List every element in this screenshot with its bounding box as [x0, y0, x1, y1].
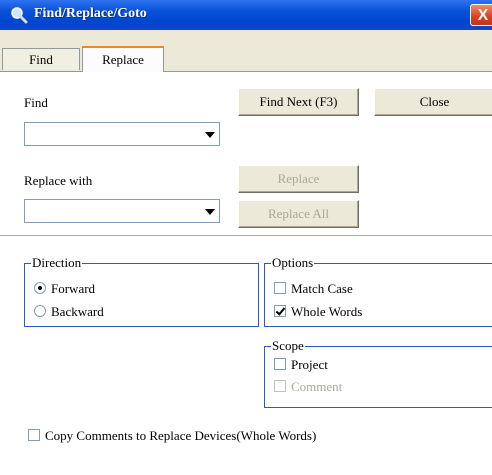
find-next-button[interactable]: Find Next (F3) [238, 88, 359, 116]
scope-group: Scope Project Comment [264, 338, 492, 408]
direction-group: Direction Forward Backward [24, 255, 259, 327]
project-checkbox[interactable]: Project [274, 356, 474, 374]
find-label: Find [24, 95, 48, 110]
replace-button[interactable]: Replace [238, 165, 359, 193]
tab-find[interactable]: Find [2, 48, 80, 70]
chevron-down-icon[interactable] [205, 209, 215, 215]
replace-panel: Find Replace with Find Next (F3) Close R… [0, 71, 492, 475]
whole-words-label: Whole Words [291, 304, 363, 319]
checkbox-unchecked-icon[interactable] [28, 429, 40, 441]
window-title: Find/Replace/Goto [34, 6, 147, 21]
checkbox-checked-icon[interactable] [274, 305, 286, 317]
direction-backward-radio[interactable]: Backward [34, 303, 234, 321]
direction-forward-radio[interactable]: Forward [34, 280, 234, 298]
options-legend: Options [271, 255, 315, 271]
tab-replace[interactable]: Replace [82, 46, 164, 72]
checkbox-unchecked-icon[interactable] [274, 358, 286, 370]
scope-legend: Scope [271, 338, 305, 354]
replace-all-button[interactable]: Replace All [238, 200, 359, 228]
backward-label: Backward [51, 304, 104, 319]
find-replace-dialog: Find/Replace/Goto X Find Replace Find Re… [0, 0, 492, 475]
divider [0, 235, 492, 239]
checkbox-unchecked-icon[interactable] [274, 282, 286, 294]
direction-legend: Direction [31, 255, 83, 271]
copy-comments-checkbox[interactable]: Copy Comments to Replace Devices(Whole W… [28, 427, 468, 445]
match-case-label: Match Case [291, 281, 353, 296]
chevron-down-icon[interactable] [205, 132, 215, 138]
window-close-button[interactable]: X [470, 4, 492, 26]
replace-with-combobox[interactable] [24, 199, 220, 223]
magnifier-icon [11, 7, 28, 24]
project-label: Project [291, 357, 328, 372]
find-combobox[interactable] [24, 122, 220, 146]
comment-label: Comment [291, 379, 343, 394]
match-case-checkbox[interactable]: Match Case [274, 280, 474, 298]
title-bar[interactable]: Find/Replace/Goto X [0, 0, 492, 31]
comment-checkbox[interactable]: Comment [274, 378, 474, 396]
options-group: Options Match Case Whole Words [264, 255, 492, 327]
replace-with-label: Replace with [24, 173, 93, 188]
forward-label: Forward [51, 281, 96, 296]
whole-words-checkbox[interactable]: Whole Words [274, 303, 474, 321]
radio-unselected-icon[interactable] [34, 305, 46, 317]
radio-selected-icon[interactable] [34, 282, 46, 294]
close-button[interactable]: Close [374, 88, 492, 116]
copy-comments-label: Copy Comments to Replace Devices(Whole W… [45, 428, 317, 443]
checkbox-disabled-icon [274, 380, 286, 392]
